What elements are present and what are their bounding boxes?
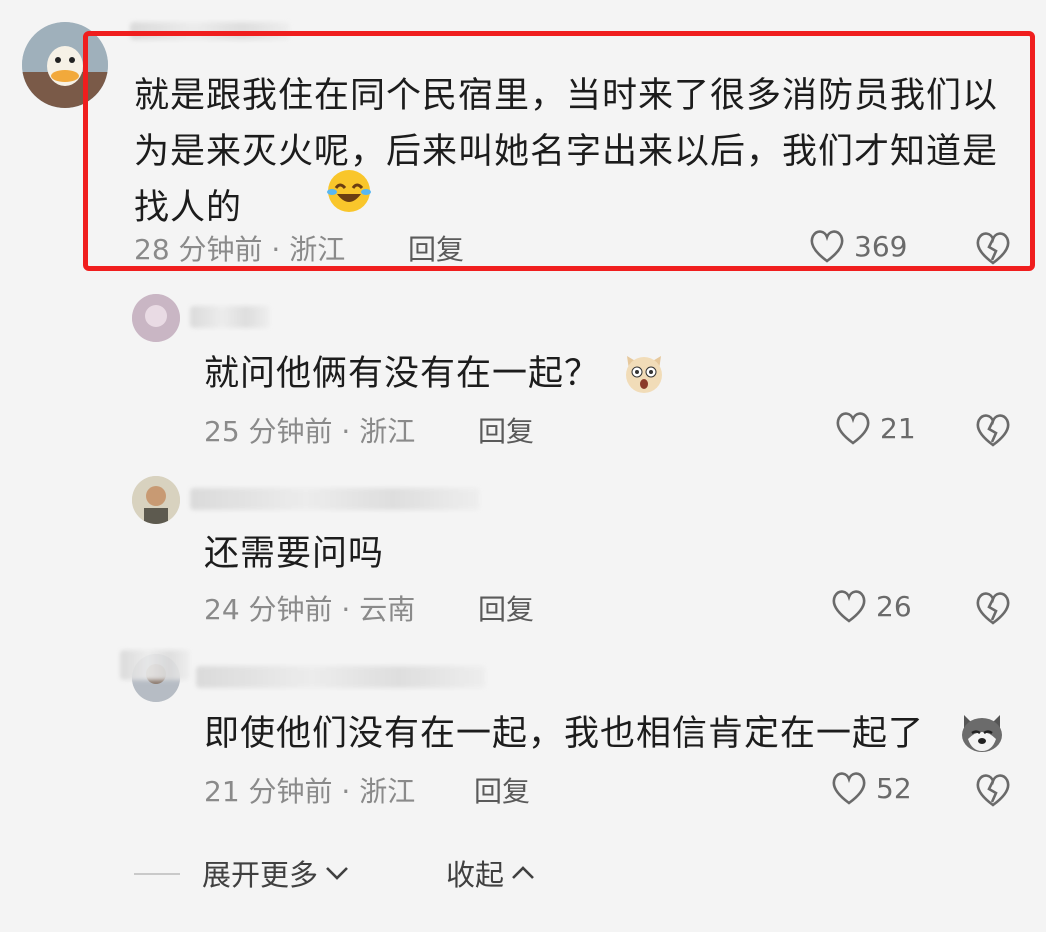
- chevron-up-icon: [512, 866, 534, 879]
- reply-button[interactable]: 回复: [478, 410, 534, 450]
- broken-heart-icon[interactable]: [974, 772, 1012, 808]
- husky-emoji: [958, 711, 1006, 759]
- reply-text: 就问他俩有没有在一起？: [204, 354, 601, 394]
- collapse-button[interactable]: 收起: [446, 852, 536, 894]
- comment-time-location: 25 分钟前 · 浙江: [204, 415, 416, 448]
- reply-button[interactable]: 回复: [478, 588, 534, 628]
- reply-text: 还需要问吗: [204, 534, 385, 574]
- collapse-label: 收起: [446, 858, 505, 892]
- divider-line: [134, 873, 180, 875]
- heart-outline-icon: [832, 772, 866, 805]
- heart-outline-icon: [836, 412, 870, 445]
- comment-time-location: 24 分钟前 · 云南: [204, 593, 416, 626]
- avatar[interactable]: [132, 476, 180, 524]
- like-count: 21: [880, 411, 916, 445]
- avatar[interactable]: [132, 294, 180, 342]
- like-button[interactable]: 21: [834, 410, 916, 446]
- like-count: 52: [876, 771, 912, 805]
- broken-heart-icon[interactable]: [974, 412, 1012, 448]
- surprised-dog-emoji: [621, 350, 667, 400]
- broken-heart-icon[interactable]: [974, 590, 1012, 626]
- username-blurred: [120, 650, 190, 680]
- like-button[interactable]: 26: [830, 588, 912, 624]
- username-blurred: [190, 306, 270, 328]
- like-count: 26: [876, 589, 912, 623]
- chevron-down-icon: [326, 867, 348, 880]
- reply-button[interactable]: 回复: [474, 770, 530, 810]
- expand-more-label: 展开更多: [202, 858, 319, 892]
- username-blurred: [190, 488, 480, 510]
- username-blurred: [196, 666, 486, 688]
- reply-text: 即使他们没有在一起，我也相信肯定在一起了: [204, 714, 925, 754]
- expand-more-button[interactable]: 展开更多: [202, 852, 350, 894]
- like-button[interactable]: 52: [830, 770, 912, 806]
- heart-outline-icon: [832, 590, 866, 623]
- comment-time-location: 21 分钟前 · 浙江: [204, 775, 416, 808]
- highlight-box: [83, 31, 1035, 271]
